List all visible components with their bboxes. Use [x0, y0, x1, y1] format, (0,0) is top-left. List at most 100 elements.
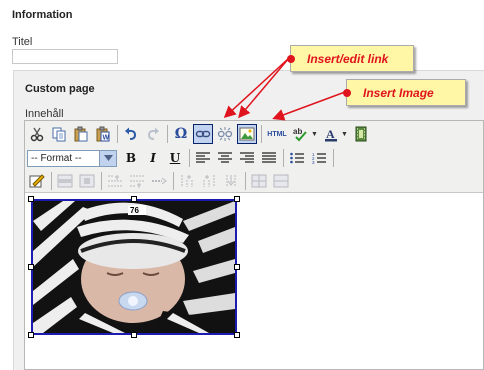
paste-word-icon: W: [96, 126, 110, 142]
unlink-icon: [217, 127, 233, 141]
delete-col-button[interactable]: [221, 171, 241, 191]
insert-image-button[interactable]: [237, 124, 257, 144]
align-left-button[interactable]: [193, 148, 213, 168]
table-cell-icon: [79, 174, 95, 188]
row-before-icon: [108, 175, 122, 187]
align-center-icon: [218, 152, 232, 163]
justify-button[interactable]: [259, 148, 279, 168]
insert-link-callout: Insert/edit link: [287, 45, 414, 72]
omega-icon: Ω: [174, 126, 188, 142]
html-source-button[interactable]: HTML: [265, 124, 289, 144]
align-center-button[interactable]: [215, 148, 235, 168]
selected-photo[interactable]: 76: [31, 199, 237, 335]
paste-button[interactable]: [71, 124, 91, 144]
format-select[interactable]: -- Format --: [27, 149, 117, 167]
resize-handle-ne[interactable]: [234, 196, 240, 202]
editor-toolbar: W Ω HTML ab ▼ A ▼ -- Format -- B I U 1 2…: [25, 121, 483, 193]
italic-icon: I: [150, 151, 156, 165]
insert-link-button[interactable]: [193, 124, 213, 144]
align-right-button[interactable]: [237, 148, 257, 168]
image-icon: [239, 127, 255, 141]
resize-handle-se[interactable]: [234, 332, 240, 338]
edit-style-button[interactable]: [27, 171, 47, 191]
row-after-icon: [130, 175, 144, 188]
resize-handle-nw[interactable]: [28, 196, 34, 202]
undo-icon: [125, 127, 137, 140]
insert-row-after-button[interactable]: [127, 171, 147, 191]
merge-cells-button[interactable]: [271, 171, 291, 191]
italic-button[interactable]: I: [143, 148, 163, 168]
spellcheck-button[interactable]: ab: [291, 124, 311, 144]
align-right-icon: [240, 152, 254, 163]
svg-text:76: 76: [130, 206, 139, 215]
col-after-icon: [203, 175, 215, 187]
titel-input[interactable]: [12, 49, 118, 64]
font-color-dropdown-arrow[interactable]: ▼: [341, 131, 348, 138]
film-icon: [355, 126, 367, 142]
bullet-list-button[interactable]: [287, 148, 307, 168]
delete-row-icon: [152, 177, 167, 185]
special-char-button[interactable]: Ω: [171, 124, 191, 144]
spellcheck-dropdown-arrow[interactable]: ▼: [311, 131, 318, 138]
insert-image-callout-text: Insert Image: [363, 85, 434, 100]
align-left-icon: [196, 152, 210, 163]
insert-image-callout: Insert Image: [343, 79, 466, 106]
format-select-value: -- Format --: [31, 152, 82, 164]
copy-icon: [52, 127, 66, 142]
svg-text:ab: ab: [293, 127, 302, 136]
table-row-icon: [57, 174, 73, 188]
split-cells-button[interactable]: [249, 171, 269, 191]
rich-text-editor: W Ω HTML ab ▼ A ▼ -- Format -- B I U 1 2…: [24, 120, 484, 370]
insert-row-before-button[interactable]: [105, 171, 125, 191]
bold-icon: B: [125, 151, 137, 165]
callout-dot-icon: [287, 55, 295, 63]
cut-button[interactable]: [27, 124, 47, 144]
insert-link-callout-text: Insert/edit link: [307, 51, 389, 66]
toolbar-separator: [101, 172, 102, 190]
toolbar-row-2: -- Format -- B I U 1 2 3: [27, 147, 337, 169]
font-color-button[interactable]: A: [321, 124, 341, 144]
resize-handle-s[interactable]: [131, 332, 137, 338]
svg-text:A: A: [326, 127, 335, 141]
resize-handle-n[interactable]: [131, 196, 137, 202]
undo-button[interactable]: [121, 124, 141, 144]
resize-handle-e[interactable]: [234, 264, 240, 270]
resize-handle-sw[interactable]: [28, 332, 34, 338]
spellcheck-icon: ab: [293, 127, 307, 142]
toolbar-separator: [245, 172, 246, 190]
underline-button[interactable]: U: [165, 148, 185, 168]
merge-cells-icon: [273, 174, 289, 188]
copy-button[interactable]: [49, 124, 69, 144]
insert-col-after-button[interactable]: [199, 171, 219, 191]
svg-text:W: W: [103, 135, 110, 142]
justify-icon: [262, 152, 276, 163]
information-heading: Information: [12, 9, 73, 21]
delete-row-button[interactable]: [149, 171, 169, 191]
toolbar-separator: [283, 149, 284, 167]
redo-button[interactable]: [143, 124, 163, 144]
split-cells-icon: [251, 174, 267, 188]
col-before-icon: [181, 175, 193, 187]
editor-content[interactable]: 76: [25, 194, 483, 369]
numbered-list-button[interactable]: 123: [309, 148, 329, 168]
toolbar-row-1: W Ω HTML ab ▼ A ▼: [27, 123, 373, 145]
callout-dot-icon: [343, 89, 351, 97]
html-icon: HTML: [267, 130, 287, 138]
font-color-icon: A: [324, 127, 337, 142]
custom-page-heading: Custom page: [25, 83, 95, 95]
bullet-list-icon: [290, 152, 304, 164]
redo-icon: [147, 127, 159, 140]
toolbar-separator: [173, 172, 174, 190]
insert-media-button[interactable]: [351, 124, 371, 144]
insert-col-before-button[interactable]: [177, 171, 197, 191]
bold-button[interactable]: B: [121, 148, 141, 168]
underline-icon: U: [169, 151, 181, 165]
toolbar-separator: [189, 149, 190, 167]
content-label: Innehåll: [25, 108, 64, 120]
resize-handle-w[interactable]: [28, 264, 34, 270]
link-icon: [195, 130, 211, 138]
table-row-props-button[interactable]: [55, 171, 75, 191]
unlink-button[interactable]: [215, 124, 235, 144]
table-cell-props-button[interactable]: [77, 171, 97, 191]
paste-word-button[interactable]: W: [93, 124, 113, 144]
